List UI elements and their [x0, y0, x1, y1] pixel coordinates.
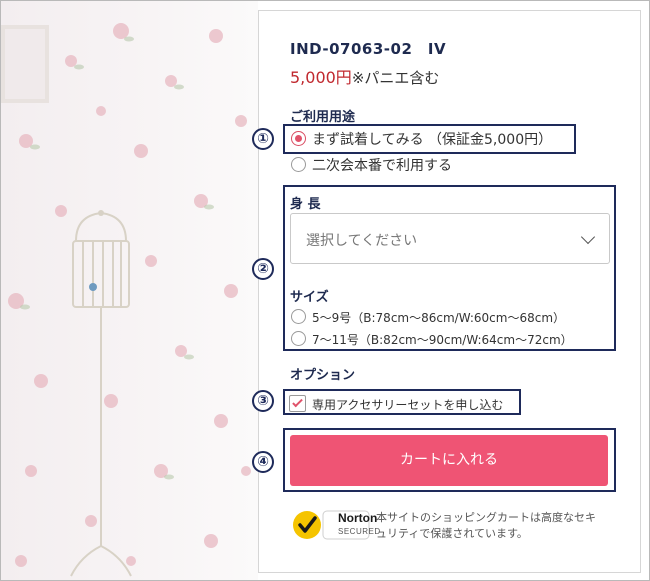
price: 5,000円※パニエ含む: [290, 64, 439, 88]
annotation-box-2: [283, 185, 616, 351]
usage-option-wedding-party-label[interactable]: 二次会本番で利用する: [312, 155, 452, 175]
annotation-box-4: [283, 428, 616, 492]
option-label: オプション: [290, 368, 356, 383]
price-note: ※パニエ含む: [351, 69, 440, 87]
product-code: IND-07063-02 IV: [290, 40, 447, 58]
usage-label: ご利用用途: [290, 110, 356, 125]
decorative-photo: [1, 1, 258, 580]
annotation-number-3: ③: [252, 390, 274, 412]
norton-secured-label: SECURED: [338, 527, 381, 536]
annotation-box-1: [283, 124, 576, 154]
usage-radio-wedding-party[interactable]: [291, 157, 306, 172]
norton-brand: Norton: [338, 511, 378, 525]
annotation-box-3: [283, 389, 521, 415]
price-amount: 5,000円: [290, 68, 352, 87]
security-notice: 本サイトのショッピングカートは高度なセキュリティで保護されています。: [376, 511, 596, 540]
annotation-number-2: ②: [252, 258, 274, 280]
floral-wallpaper-image: [8, 23, 251, 577]
annotation-number-4: ④: [252, 451, 274, 473]
annotation-number-1: ①: [252, 128, 274, 150]
